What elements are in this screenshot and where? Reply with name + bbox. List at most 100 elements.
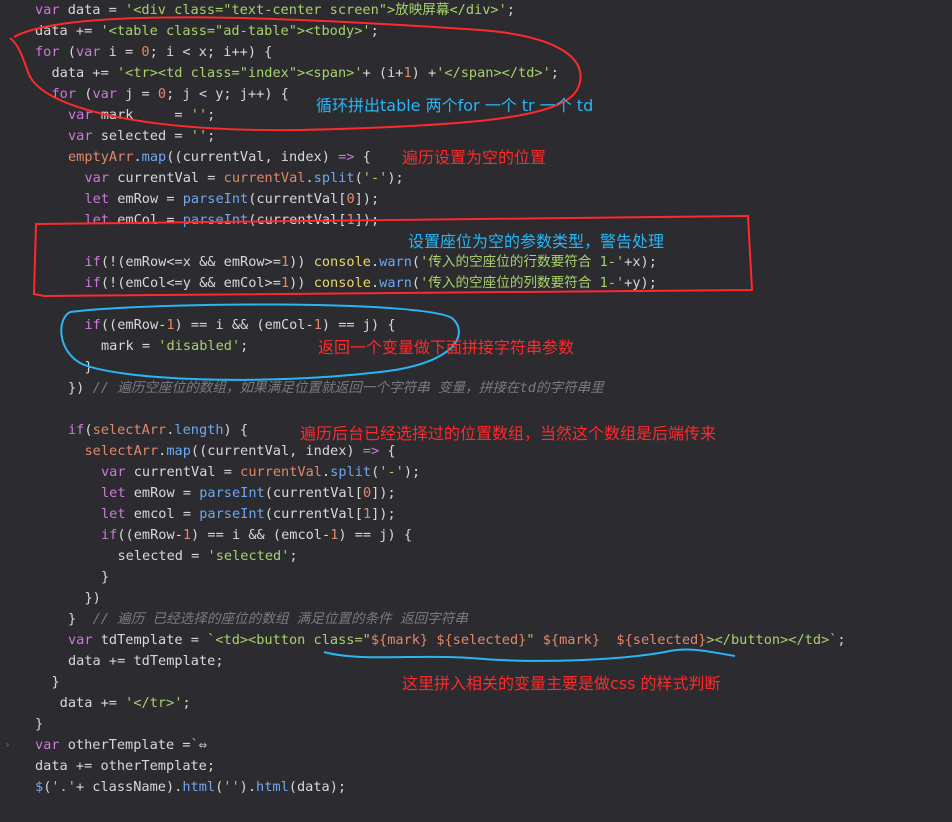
code-token: '<tr><td class="index"><span>' <box>116 65 363 81</box>
code-line[interactable]: let emRow = parseInt(currentVal[0]); <box>85 189 380 210</box>
code-line[interactable]: if(!(emCol<=y && emCol>=1)) console.warn… <box>85 273 657 294</box>
code-token: ( <box>84 422 93 438</box>
code-line[interactable]: var tdTemplate = `<td><button class="${m… <box>68 630 846 651</box>
code-line[interactable]: let emCol = parseInt(currentVal[1]); <box>85 210 380 231</box>
code-token: html <box>182 779 216 795</box>
code-token: (!(emCol<=y && emCol>= <box>100 275 281 291</box>
code-line[interactable]: data += tdTemplate; <box>68 651 224 672</box>
empty-annotation: 遍历设置为空的位置 <box>402 148 547 167</box>
code-line[interactable]: $('.'+ className).html('').html(data); <box>35 777 346 798</box>
code-token: ); <box>387 170 404 186</box>
code-token: parseInt <box>199 485 265 501</box>
code-token: 'selected' <box>207 548 290 564</box>
code-token: emcol = <box>125 506 200 522</box>
code-token: let <box>84 191 110 207</box>
code-token: 1 <box>166 317 175 333</box>
code-line[interactable]: mark = 'disabled'; <box>101 336 248 357</box>
code-token: if <box>68 422 85 438</box>
code-line[interactable]: for (var j = 0; j < y; j++) { <box>52 84 289 105</box>
code-line[interactable]: if(!(emRow<=x && emRow>=1)) console.warn… <box>85 252 657 273</box>
code-token: (currentVal[ <box>248 191 347 207</box>
code-line[interactable]: } <box>85 357 93 378</box>
code-line[interactable]: for (var i = 0; i < x; i++) { <box>35 42 272 63</box>
code-token: '-' <box>379 464 404 480</box>
code-line[interactable]: let emRow = parseInt(currentVal[0]); <box>101 483 396 504</box>
warn-annotation: 设置座位为空的参数类型，警告处理 <box>408 232 665 251</box>
selected-annotation: 遍历后台已经选择过的位置数组，当然这个数组是后端传来 <box>300 424 717 443</box>
code-token: ` <box>190 737 199 753</box>
code-token: ; <box>182 695 191 711</box>
code-token: ) == i && (emcol- <box>191 527 331 543</box>
code-line[interactable]: var data = '<div class="text-center scre… <box>35 0 515 21</box>
code-token: . <box>133 149 142 165</box>
chevron-right-icon[interactable]: › <box>4 738 11 752</box>
code-token: )) <box>289 275 314 291</box>
code-token: ; <box>207 128 216 144</box>
code-line[interactable]: selected = 'selected'; <box>118 546 298 567</box>
code-line[interactable]: var otherTemplate =`⇔ <box>35 735 207 756</box>
code-token: split <box>330 464 372 480</box>
code-token: '' <box>223 779 240 795</box>
code-token: selected = <box>92 128 191 144</box>
code-line[interactable]: if((emRow-1) == i && (emcol-1) == j) { <box>101 525 412 546</box>
code-token: data += <box>51 695 126 711</box>
code-line[interactable]: if((emRow-1) == i && (emCol-1) == j) { <box>85 315 396 336</box>
code-token: selectArr <box>84 443 159 459</box>
code-token: (currentVal[ <box>264 506 363 522</box>
code-line[interactable]: data += '</tr>'; <box>52 693 191 714</box>
code-token: console <box>313 275 371 291</box>
code-line[interactable]: } <box>35 714 43 735</box>
code-token: ${selected} <box>616 632 707 648</box>
code-line[interactable]: data += '<table class="ad-table"><tbody>… <box>35 21 379 42</box>
code-line[interactable]: }) // 遍历空座位的数组，如果满足位置就返回一个字符串 变量，拼接在td的字… <box>68 378 604 399</box>
code-token: '<div class="text-center screen">放映屏幕</d… <box>125 2 507 18</box>
code-line[interactable]: let emcol = parseInt(currentVal[1]); <box>101 504 396 525</box>
code-line[interactable]: selectArr.map((currentVal, index) => { <box>85 441 396 462</box>
code-token: ) { <box>223 422 249 438</box>
code-line[interactable]: } // 遍历 已经选择的座位的数组 满足位置的条件 返回字符串 <box>68 609 468 630</box>
code-line[interactable]: }) <box>85 588 101 609</box>
code-token: + className). <box>75 779 183 795</box>
code-token: ( <box>411 275 421 291</box>
code-token: var <box>68 632 93 648</box>
css-annotation: 这里拼入相关的变量主要是做css 的样式判断 <box>402 674 721 693</box>
code-token: ⇔ <box>198 737 207 753</box>
code-token: } <box>101 569 110 585</box>
code-token: currentVal = <box>109 170 224 186</box>
code-line[interactable]: var mark = ''; <box>68 105 215 126</box>
code-line[interactable]: } <box>101 567 109 588</box>
code-token: ; j < y; j++) { <box>166 86 289 102</box>
code-token: + (i+ <box>362 65 404 81</box>
code-line[interactable]: if(selectArr.length) { <box>68 420 248 441</box>
code-line[interactable]: emptyArr.map((currentVal, index) => { <box>68 147 371 168</box>
code-token: ]); <box>354 191 380 207</box>
code-editor[interactable]: › var data = '<div class="text-center sc… <box>0 0 952 822</box>
code-token: " <box>526 632 543 648</box>
code-line[interactable]: data += '<tr><td class="index"><span>'+ … <box>52 63 559 84</box>
code-token: ((currentVal, index) <box>190 443 363 459</box>
code-token: if <box>101 527 118 543</box>
code-token: (data); <box>288 779 347 795</box>
code-token: data += tdTemplate; <box>68 653 224 669</box>
code-token: ((emRow- <box>100 317 167 333</box>
code-token: ). <box>239 779 257 795</box>
code-token: => <box>362 443 380 459</box>
code-token: }) <box>68 380 93 396</box>
code-line[interactable]: var selected = ''; <box>68 126 215 147</box>
code-token: 1 <box>280 254 290 270</box>
code-token: ) + <box>411 65 437 81</box>
code-line[interactable]: var currentVal = currentVal.split('-'); <box>101 462 420 483</box>
code-line[interactable]: data += otherTemplate; <box>35 756 215 777</box>
code-token: selected = <box>117 548 208 564</box>
code-line[interactable]: } <box>52 672 60 693</box>
code-token: (currentVal[ <box>264 485 363 501</box>
code-token: for <box>35 44 60 60</box>
code-line[interactable]: var currentVal = currentVal.split('-'); <box>85 168 404 189</box>
code-token: 1 <box>403 65 412 81</box>
code-token: if <box>84 275 101 291</box>
code-token: parseInt <box>182 191 249 207</box>
code-token: ; <box>289 548 298 564</box>
code-token: '</span></td>' <box>436 65 551 81</box>
return-annotation: 返回一个变量做下面拼接字符串参数 <box>318 338 575 357</box>
code-token: 1 <box>280 275 290 291</box>
